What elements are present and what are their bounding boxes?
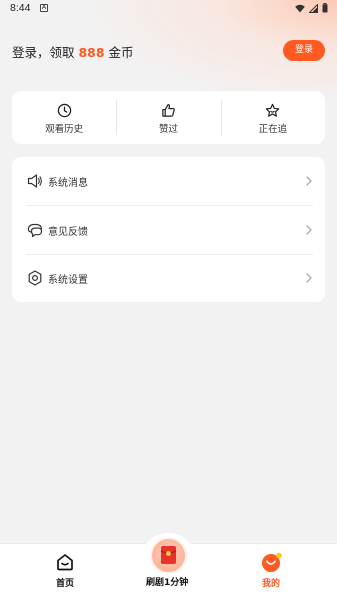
clock-icon <box>57 103 71 118</box>
battery-icon <box>322 3 328 13</box>
thumbs-up-icon <box>162 104 175 117</box>
wifi-icon <box>295 4 305 12</box>
menu-item-label: 系统消息 <box>48 178 88 189</box>
quick-action-liked[interactable]: 赞过 <box>116 91 220 144</box>
star-icon <box>266 103 280 117</box>
status-icons <box>295 3 328 13</box>
login-promo-prefix: 登录，领取 <box>12 45 79 60</box>
chevron-right-icon <box>306 273 312 283</box>
menu-item-label: 系统设置 <box>48 275 88 286</box>
quick-action-following[interactable]: 正在追 <box>220 91 325 144</box>
menu-item-system-messages[interactable]: 系统消息 <box>26 157 313 205</box>
settings-menu-card: 系统消息 意见反馈 系统设置 <box>12 157 325 302</box>
chat-bubble-icon <box>27 223 43 238</box>
login-promo-text[interactable]: 登录，领取 888 金币 <box>12 42 134 61</box>
gear-icon <box>28 270 42 286</box>
quick-action-label: 观看历史 <box>45 124 84 135</box>
menu-item-feedback[interactable]: 意见反馈 <box>26 206 313 254</box>
quick-action-label: 赞过 <box>158 124 178 135</box>
login-banner: 登录，领取 888 金币 登录 <box>12 40 325 62</box>
speaker-icon <box>27 174 42 188</box>
notification-badge-icon: A <box>40 4 48 12</box>
signal-icon <box>309 3 318 13</box>
quick-action-history[interactable]: 观看历史 <box>12 91 116 144</box>
menu-item-label: 意见反馈 <box>48 227 88 238</box>
home-icon <box>57 554 73 571</box>
tab-label: 首页 <box>56 579 75 589</box>
login-promo-coins: 888 <box>78 45 105 60</box>
menu-item-settings[interactable]: 系统设置 <box>26 254 313 302</box>
red-envelope-icon <box>160 546 177 564</box>
tab-mine[interactable]: 我的 <box>241 544 301 599</box>
login-button[interactable]: 登录 <box>283 40 325 61</box>
quick-action-label: 正在追 <box>258 124 288 135</box>
login-promo-suffix: 金币 <box>104 45 134 60</box>
status-bar: 8:44 A <box>0 0 337 16</box>
chevron-right-icon <box>306 225 312 235</box>
chevron-right-icon <box>306 176 312 186</box>
quick-actions-card: 观看历史 赞过 正在追 <box>12 91 325 144</box>
status-time: 8:44 <box>10 2 31 14</box>
smile-face-icon <box>262 552 282 572</box>
tab-watch-reward[interactable] <box>150 537 187 574</box>
tab-home[interactable]: 首页 <box>45 544 85 599</box>
tab-label: 我的 <box>262 579 281 589</box>
tab-label[interactable]: 刷剧1分钟 <box>146 575 188 588</box>
